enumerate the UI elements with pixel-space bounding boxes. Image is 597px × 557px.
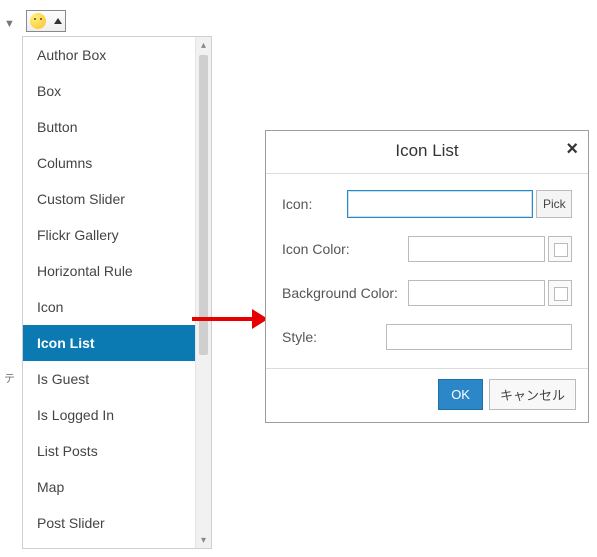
label-style: Style: bbox=[282, 329, 386, 345]
caret-down-mark: ▼ bbox=[4, 18, 15, 30]
dialog-body: Icon: Pick Icon Color: Background Color:… bbox=[266, 174, 588, 368]
menu-item-icon-list[interactable]: Icon List bbox=[23, 325, 211, 361]
menu-item-list-posts[interactable]: List Posts bbox=[23, 433, 211, 469]
menu-item-custom-slider[interactable]: Custom Slider bbox=[23, 181, 211, 217]
menu-item-is-logged-in[interactable]: Is Logged In bbox=[23, 397, 211, 433]
ok-button[interactable]: OK bbox=[438, 379, 483, 410]
label-icon-color: Icon Color: bbox=[282, 241, 408, 257]
menu-item-author-box[interactable]: Author Box bbox=[23, 37, 211, 73]
menu-item-icon[interactable]: Icon bbox=[23, 289, 211, 325]
dropdown-scrollbar[interactable]: ▴ ▾ bbox=[195, 37, 211, 548]
annotation-arrow-line bbox=[192, 317, 254, 321]
label-icon: Icon: bbox=[282, 196, 347, 212]
scroll-thumb[interactable] bbox=[199, 55, 208, 355]
menu-item-flickr-gallery[interactable]: Flickr Gallery bbox=[23, 217, 211, 253]
menu-item-horizontal-rule[interactable]: Horizontal Rule bbox=[23, 253, 211, 289]
row-icon: Icon: Pick bbox=[282, 190, 572, 218]
label-background-color: Background Color: bbox=[282, 285, 408, 301]
insert-shortcode-button[interactable] bbox=[26, 10, 66, 32]
icon-input[interactable] bbox=[347, 190, 533, 218]
icon-color-swatch-button[interactable] bbox=[548, 236, 572, 262]
dialog-footer: OK キャンセル bbox=[266, 368, 588, 422]
row-background-color: Background Color: bbox=[282, 280, 572, 306]
dialog-title-bar: Icon List × bbox=[266, 131, 588, 174]
style-input[interactable] bbox=[386, 324, 572, 350]
dialog-title: Icon List bbox=[395, 141, 458, 160]
menu-item-post-slider[interactable]: Post Slider bbox=[23, 505, 211, 541]
menu-item-box[interactable]: Box bbox=[23, 73, 211, 109]
shortcode-dropdown: Author Box Box Button Columns Custom Sli… bbox=[22, 36, 212, 549]
menu-item-quote[interactable]: Quote bbox=[23, 541, 211, 548]
cancel-button[interactable]: キャンセル bbox=[489, 379, 576, 410]
dropdown-list: Author Box Box Button Columns Custom Sli… bbox=[23, 37, 211, 548]
pick-button[interactable]: Pick bbox=[536, 190, 572, 218]
row-icon-color: Icon Color: bbox=[282, 236, 572, 262]
editor-edge-fragments: ▼ テ bbox=[4, 18, 15, 386]
icon-color-input[interactable] bbox=[408, 236, 545, 262]
emoji-smile-icon bbox=[30, 13, 46, 29]
icon-list-dialog: Icon List × Icon: Pick Icon Color: Backg… bbox=[265, 130, 589, 423]
menu-item-is-guest[interactable]: Is Guest bbox=[23, 361, 211, 397]
scroll-down-icon[interactable]: ▾ bbox=[196, 532, 211, 548]
row-style: Style: bbox=[282, 324, 572, 350]
close-icon[interactable]: × bbox=[566, 139, 578, 159]
menu-item-button[interactable]: Button bbox=[23, 109, 211, 145]
caret-up-icon bbox=[54, 18, 62, 24]
text-fragment: テ bbox=[4, 370, 15, 386]
scroll-up-icon[interactable]: ▴ bbox=[196, 37, 211, 53]
background-color-swatch-button[interactable] bbox=[548, 280, 572, 306]
background-color-input[interactable] bbox=[408, 280, 545, 306]
menu-item-map[interactable]: Map bbox=[23, 469, 211, 505]
menu-item-columns[interactable]: Columns bbox=[23, 145, 211, 181]
